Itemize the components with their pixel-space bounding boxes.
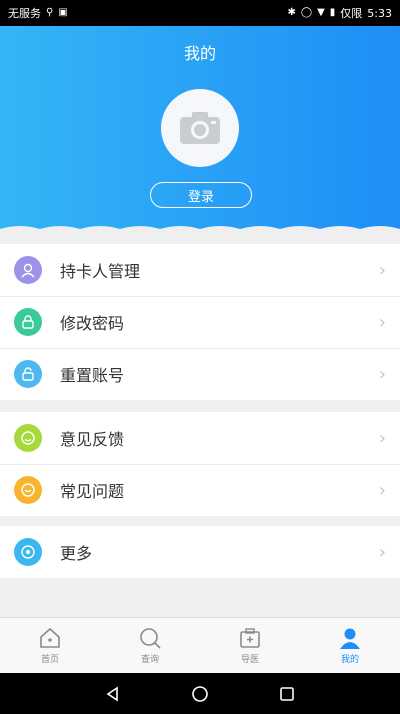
menu-item-label: 修改密码: [60, 314, 125, 333]
menu-item-more[interactable]: 更多 ›: [0, 526, 400, 578]
tab-home[interactable]: 首页: [0, 618, 100, 673]
tab-label: 我的: [340, 654, 359, 665]
login-button[interactable]: 登录: [150, 182, 252, 208]
camera-icon: [180, 112, 220, 144]
question-icon: [14, 476, 42, 504]
menu-item-change-password[interactable]: 修改密码 ›: [0, 296, 400, 348]
chevron-right-icon: ›: [378, 311, 386, 333]
menu-item-label: 常见问题: [60, 482, 125, 501]
chevron-right-icon: ›: [378, 479, 386, 501]
chevron-right-icon: ›: [378, 427, 386, 449]
tab-profile[interactable]: 我的: [300, 618, 400, 673]
tab-label: 查询: [140, 654, 159, 665]
app-status-icon: ▣: [58, 7, 68, 18]
recents-icon[interactable]: [279, 686, 295, 702]
menu-group-more: 更多 ›: [0, 526, 400, 578]
menu-item-label: 意见反馈: [60, 430, 125, 449]
menu-item-label: 持卡人管理: [60, 262, 141, 281]
header-wave: [0, 226, 400, 234]
menu-item-label: 更多: [60, 544, 93, 563]
avatar[interactable]: [161, 89, 239, 167]
bluetooth-icon: ✱: [287, 7, 296, 18]
tab-label: 导医: [240, 654, 259, 665]
tab-search[interactable]: 查询: [100, 618, 200, 673]
home-icon: [40, 627, 60, 648]
wifi-icon: ▼: [317, 7, 325, 18]
chevron-right-icon: ›: [378, 541, 386, 563]
clock: 5:33: [367, 6, 392, 20]
page-title: 我的: [183, 44, 216, 63]
system-nav-bar: [0, 673, 400, 714]
profile-icon: [340, 628, 360, 649]
feedback-icon: [14, 424, 42, 452]
tab-label: 首页: [40, 654, 59, 665]
menu-item-cardholder[interactable]: 持卡人管理 ›: [0, 244, 400, 296]
search-status-icon: ⚲: [46, 7, 54, 18]
bottom-tab-bar: 首页 查询 导医 我的: [0, 617, 400, 673]
reset-icon: [14, 360, 42, 388]
alarm-icon: ◯: [300, 7, 313, 18]
menu-group-account: 持卡人管理 › 修改密码 › 重置账号 ›: [0, 244, 400, 400]
search-icon: [140, 627, 161, 649]
medical-icon: [240, 627, 260, 648]
chevron-right-icon: ›: [378, 363, 386, 385]
user-icon: [14, 256, 42, 284]
lock-icon: [14, 308, 42, 336]
more-icon: [14, 538, 42, 566]
menu-item-feedback[interactable]: 意见反馈 ›: [0, 412, 400, 464]
status-bar: 无服务 ⚲ ▣ ✱ ◯ ▼ ▮ 仅限 5:33: [0, 0, 400, 26]
back-icon[interactable]: [105, 686, 121, 702]
home-circle-icon[interactable]: [191, 685, 209, 703]
chevron-right-icon: ›: [378, 259, 386, 281]
tab-guide[interactable]: 导医: [200, 618, 300, 673]
carrier-label: 无服务: [8, 7, 41, 20]
menu-item-faq[interactable]: 常见问题 ›: [0, 464, 400, 516]
carrier-right-label: 仅限: [340, 7, 363, 20]
menu-item-reset-account[interactable]: 重置账号 ›: [0, 348, 400, 400]
profile-header: 我的 登录: [0, 26, 400, 234]
menu-group-help: 意见反馈 › 常见问题 ›: [0, 412, 400, 516]
menu-item-label: 重置账号: [60, 366, 125, 385]
battery-icon: ▮: [329, 7, 336, 18]
